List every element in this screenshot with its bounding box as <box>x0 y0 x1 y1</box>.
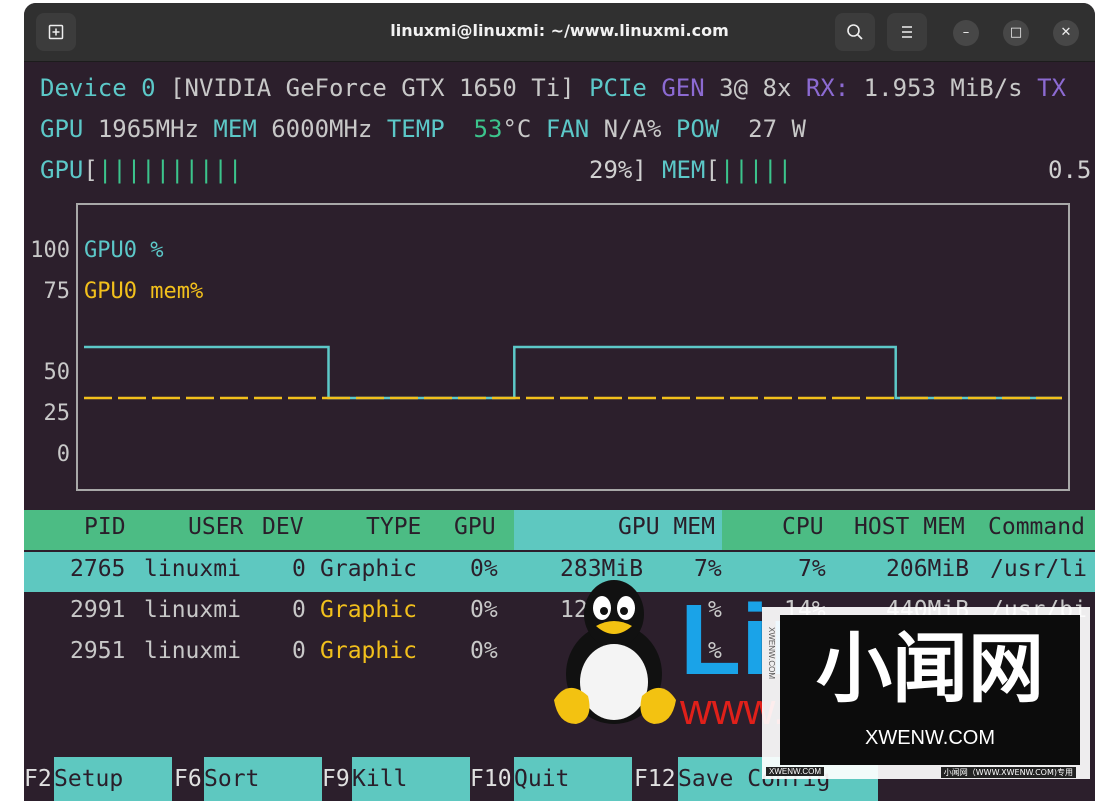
maximize-button[interactable]: □ <box>1003 20 1029 46</box>
fkey-f12: F12 <box>634 766 676 792</box>
xwenw-footer-right: 小闻网（WWW.XWENW.COM)专用 <box>940 767 1076 778</box>
y-tick: 25 <box>43 401 71 426</box>
cell-command: /usr/li <box>990 556 1087 582</box>
col-cpu[interactable]: CPU <box>782 514 824 540</box>
pcie-label: PCIe <box>589 74 647 102</box>
pow-value: 27 W <box>748 115 806 143</box>
hamburger-menu-icon <box>902 26 912 38</box>
xwenw-latin-text: XWENW.COM <box>865 727 995 749</box>
cell-gpu: 0% <box>470 556 498 582</box>
col-command[interactable]: Command <box>988 514 1085 540</box>
kill-button[interactable]: Kill <box>352 757 470 801</box>
mem-usage-pct: 0.5 <box>1048 156 1092 184</box>
cell-dev: 0 <box>292 597 306 623</box>
fkey-f10: F10 <box>470 766 512 792</box>
cell-pid: 2991 <box>70 597 126 623</box>
pow-label: POW <box>675 115 720 143</box>
cell-dev: 0 <box>292 556 306 582</box>
col-gpu-mem[interactable]: GPU MEM <box>618 514 715 540</box>
quit-button[interactable]: Quit <box>514 757 632 801</box>
cell-user: linuxmi <box>144 556 241 582</box>
mem-bar-open: [ <box>705 156 720 184</box>
mem-usage-bar: MEM[||||| <box>662 155 792 185</box>
mem-clock-value: 6000MHz <box>271 115 373 143</box>
device-label: Device 0 <box>40 74 156 102</box>
cell-type: Graphic <box>320 597 417 623</box>
gen-label: GEN <box>661 74 705 102</box>
y-tick: 75 <box>43 279 71 304</box>
cell-user: linuxmi <box>144 638 241 664</box>
xwenw-watermark: 小闻网 XWENW.COM XWENW.COM XWENW.COM 小闻网（WW… <box>762 607 1090 779</box>
rx-label: RX: <box>805 74 850 102</box>
gpu-bar-open: [ <box>83 156 98 184</box>
rx-value: 1.953 MiB/s <box>863 74 1023 102</box>
series-line-gpu-pct <box>84 345 1062 400</box>
usage-chart <box>76 203 1070 491</box>
fan-label: FAN <box>545 115 590 143</box>
device-name: [NVIDIA GeForce GTX 1650 Ti] <box>170 74 575 102</box>
window-title: linuxmi@linuxmi: ~/www.linuxmi.com <box>390 21 729 40</box>
xwenw-footer-left: XWENW.COM <box>766 767 824 776</box>
col-dev[interactable]: DEV <box>262 514 304 540</box>
cell-user: linuxmi <box>144 597 241 623</box>
gpu-bar-fill: |||||||||| <box>97 156 243 184</box>
gpu-usage-pct: 29%] <box>589 156 647 184</box>
temp-label: TEMP <box>386 115 445 143</box>
gpu-usage-bar: GPU[|||||||||| <box>40 155 242 185</box>
chart-plot <box>84 345 1062 400</box>
fkey-f6: F6 <box>174 766 202 792</box>
xwenw-logo-box: 小闻网 XWENW.COM <box>780 615 1080 765</box>
legend-gpu-pct: GPU0 % <box>84 238 164 263</box>
mem-bar-fill: ||||| <box>719 156 793 184</box>
clock-info-line: GPU 1965MHz MEM 6000MHz TEMP 53°C FAN N/… <box>40 114 806 144</box>
fan-value: N/A% <box>603 115 662 143</box>
cell-gpu: 0% <box>470 597 498 623</box>
fkey-f9: F9 <box>322 766 350 792</box>
cell-type: Graphic <box>320 556 417 582</box>
gpu-bar-label: GPU <box>40 156 84 184</box>
tx-label: TX <box>1037 74 1066 102</box>
cell-gpu: 0% <box>470 638 498 664</box>
cell-type: Graphic <box>320 638 417 664</box>
temp-value: 53 <box>473 115 503 143</box>
cell-host-mem: 206MiB <box>886 556 970 582</box>
cell-gpu-mem-pct: 7% <box>694 556 722 582</box>
title-bar: linuxmi@linuxmi: ~/www.linuxmi.com – □ ✕ <box>24 3 1095 62</box>
cell-pid: 2765 <box>70 556 126 582</box>
tux-penguin-logo <box>550 578 680 728</box>
menu-button[interactable] <box>887 13 927 51</box>
mem-bar-label: MEM <box>662 156 706 184</box>
cell-dev: 0 <box>292 638 306 664</box>
mem-clock-label: MEM <box>213 115 257 143</box>
y-tick: 0 <box>56 442 70 467</box>
xwenw-side-text: XWENW.COM <box>767 627 776 679</box>
col-pid[interactable]: PID <box>84 514 126 540</box>
cell-pid: 2951 <box>70 638 126 664</box>
col-host-mem[interactable]: HOST MEM <box>854 514 965 540</box>
temp-unit: °C <box>502 115 532 143</box>
col-user[interactable]: USER <box>188 514 243 540</box>
legend-gpu-mem: GPU0 mem% <box>84 279 204 304</box>
cell-cpu: 7% <box>798 556 826 582</box>
sort-button[interactable]: Sort <box>204 757 322 801</box>
minimize-button[interactable]: – <box>953 20 979 46</box>
gpu-clock-label: GPU <box>40 115 84 143</box>
col-type[interactable]: TYPE <box>366 514 421 540</box>
search-icon <box>847 24 863 40</box>
fkey-f2: F2 <box>24 766 52 792</box>
tux-icon <box>554 580 676 724</box>
pcie-width: 8x <box>762 74 792 102</box>
close-button[interactable]: ✕ <box>1053 20 1079 46</box>
device-info-line: Device 0 [NVIDIA GeForce GTX 1650 Ti] PC… <box>40 73 1066 103</box>
y-tick: 100 <box>30 238 70 263</box>
gpu-clock-value: 1965MHz <box>97 115 199 143</box>
col-gpu[interactable]: GPU <box>454 514 496 540</box>
gen-value: 3@ <box>719 74 749 102</box>
search-button[interactable] <box>835 13 875 51</box>
setup-button[interactable]: Setup <box>54 757 172 801</box>
y-tick: 50 <box>43 360 71 385</box>
xwenw-chinese-text: 小闻网 <box>816 624 1044 713</box>
